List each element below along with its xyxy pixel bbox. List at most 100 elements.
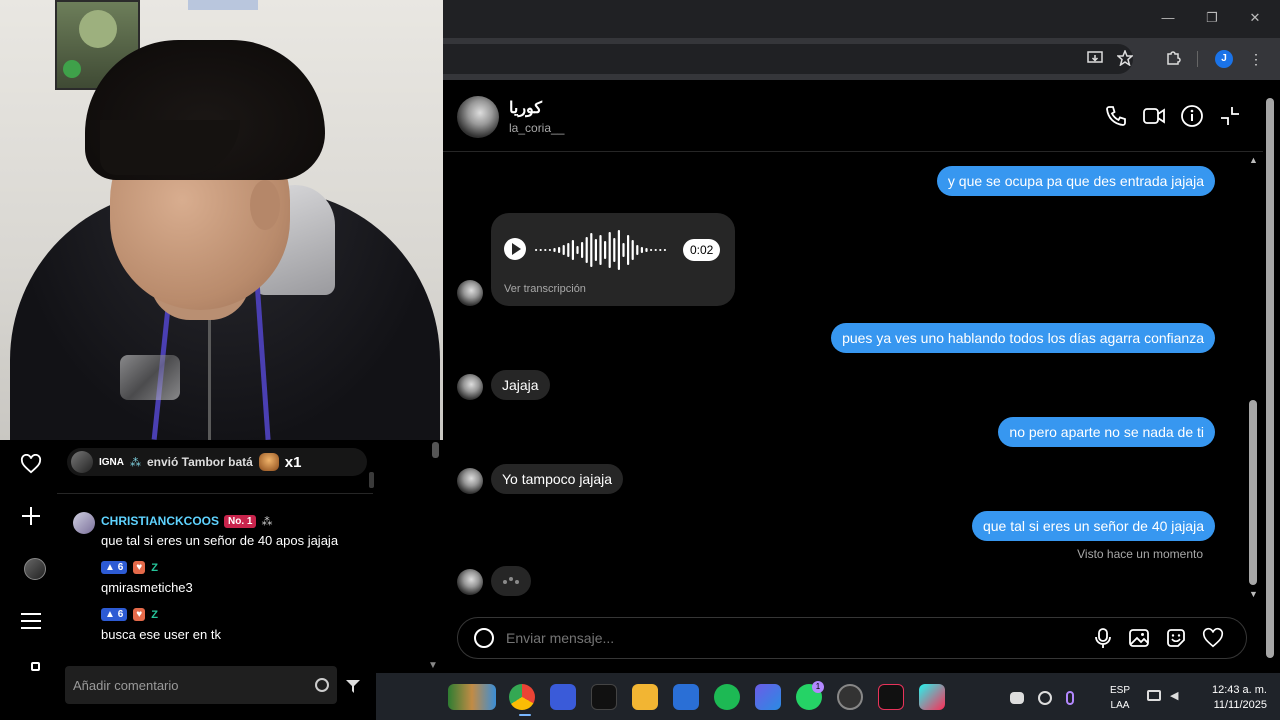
widgets-icon[interactable] [448, 684, 496, 710]
waveform-bar [627, 235, 630, 265]
app-icon[interactable] [755, 684, 781, 710]
app-icon[interactable] [591, 684, 617, 710]
waveform-bar [535, 249, 538, 251]
plus-icon [22, 507, 40, 525]
clock[interactable]: 12:43 a. m. 11/11/2025 [1195, 683, 1267, 713]
add-photo-button[interactable] [1128, 627, 1150, 649]
video-call-button[interactable] [1142, 104, 1166, 128]
volume-icon[interactable]: ◀ [1170, 690, 1182, 702]
conversation-header: كوريا la_coria__ [443, 82, 1263, 152]
message-composer [457, 617, 1247, 659]
level-badge: ▲ 6 [101, 608, 128, 621]
contact-name[interactable]: كوريا [509, 98, 542, 118]
voice-message[interactable]: 0:02 Ver transcripción [491, 213, 735, 306]
menu-button[interactable]: ⋮ [1247, 50, 1265, 68]
microphone-icon [1095, 628, 1111, 648]
gift-text: envió Tambor batá [147, 455, 253, 469]
waveform-bar [548, 249, 551, 251]
play-button[interactable] [504, 238, 526, 260]
message-sent[interactable]: no pero aparte no se nada de ti [998, 417, 1215, 447]
voice-clip-button[interactable] [1092, 627, 1114, 649]
contact-avatar[interactable] [457, 374, 483, 400]
drum-gift-icon [258, 453, 279, 471]
obs-icon[interactable] [837, 684, 863, 710]
sticker-icon [1167, 629, 1185, 647]
discord-icon[interactable] [1010, 692, 1024, 704]
app-icon[interactable] [550, 684, 576, 710]
language-indicator[interactable]: ESP LAA [1107, 683, 1133, 713]
contact-username[interactable]: la_coria__ [509, 121, 564, 135]
profile-button[interactable]: J [1215, 50, 1233, 68]
comment-username[interactable]: CHRISTIANCKCOOS [101, 514, 219, 528]
close-button[interactable]: ✕ [1247, 10, 1263, 26]
waveform-bar [553, 248, 556, 252]
star-icon [1116, 48, 1134, 67]
minimize-button[interactable]: — [1160, 10, 1176, 26]
extensions-button[interactable] [1164, 50, 1182, 68]
typing-dot [503, 580, 507, 584]
scrollbar-thumb[interactable] [1266, 98, 1274, 658]
minimize-chat-button[interactable] [1218, 104, 1242, 128]
chrome-icon[interactable] [509, 684, 535, 710]
video-camera-icon [1143, 108, 1165, 124]
divider [1197, 51, 1198, 67]
emoji-icon[interactable] [474, 628, 494, 648]
app-icon[interactable] [919, 684, 945, 710]
message-sent[interactable]: pues ya ves uno hablando todos los días … [831, 323, 1215, 353]
contact-avatar[interactable] [457, 280, 483, 306]
microphone-icon[interactable] [1066, 691, 1074, 705]
layout-code: LAA [1110, 700, 1130, 711]
message-input[interactable] [506, 618, 1066, 658]
bookmark-button[interactable] [1116, 48, 1134, 68]
webcam-feed [0, 0, 443, 440]
contact-avatar[interactable] [457, 96, 499, 138]
info-button[interactable] [1180, 104, 1204, 128]
folder-icon[interactable] [632, 684, 658, 710]
restore-button[interactable]: ❐ [1204, 10, 1220, 26]
scroll-down-icon[interactable]: ▼ [1249, 589, 1258, 599]
scrollbar-thumb[interactable] [1249, 400, 1257, 585]
tiktok-icon[interactable] [878, 684, 904, 710]
call-button[interactable] [1104, 104, 1128, 128]
scrollbar-thumb[interactable] [432, 442, 439, 458]
install-app-button[interactable] [1086, 50, 1104, 68]
comment-input[interactable]: Añadir comentario [65, 666, 337, 704]
comment-text: busca ese user en tk [101, 627, 221, 642]
square-icon[interactable] [31, 662, 40, 671]
team-icon: ⁂ [130, 456, 141, 469]
view-transcript-link[interactable]: Ver transcripción [504, 283, 586, 295]
scroll-down-icon[interactable]: ▼ [428, 660, 438, 671]
address-bar[interactable] [443, 44, 1133, 74]
contact-avatar[interactable] [457, 569, 483, 595]
like-button[interactable] [1202, 627, 1224, 649]
active-indicator [519, 714, 531, 716]
add-button[interactable] [18, 503, 44, 529]
waveform-bar [636, 245, 639, 255]
network-icon[interactable] [1147, 690, 1161, 701]
like-button[interactable] [18, 451, 44, 477]
time: 12:43 a. m. [1211, 684, 1267, 696]
waveform-bar [594, 239, 597, 261]
date: 11/11/2025 [1213, 699, 1267, 711]
spotify-icon[interactable] [714, 684, 740, 710]
waveform-icon [535, 230, 666, 270]
message-received[interactable]: Yo tampoco jajaja [491, 464, 624, 494]
contact-avatar[interactable] [457, 468, 483, 494]
taskbar: 1 [376, 673, 1280, 720]
emoji-icon[interactable] [315, 678, 329, 692]
sticker-button[interactable] [1165, 627, 1187, 649]
scroll-up-icon[interactable]: ▲ [1249, 155, 1258, 165]
obs-tray-icon[interactable] [1038, 691, 1052, 705]
message-sent[interactable]: y que se ocupa pa que des entrada jajaja [936, 166, 1215, 196]
avatar[interactable] [73, 512, 95, 534]
scrollbar[interactable] [369, 472, 374, 488]
menu-button[interactable] [18, 608, 44, 634]
store-icon[interactable] [673, 684, 699, 710]
send-button[interactable] [345, 678, 361, 694]
hoodie-zipper [208, 300, 211, 440]
message-received[interactable]: Jajaja [491, 370, 550, 400]
person-ear [250, 180, 280, 230]
message-sent[interactable]: que tal si eres un señor de 40 jajaja [971, 511, 1215, 541]
avatar[interactable] [24, 558, 46, 580]
gift-user: IGNA [99, 456, 124, 468]
